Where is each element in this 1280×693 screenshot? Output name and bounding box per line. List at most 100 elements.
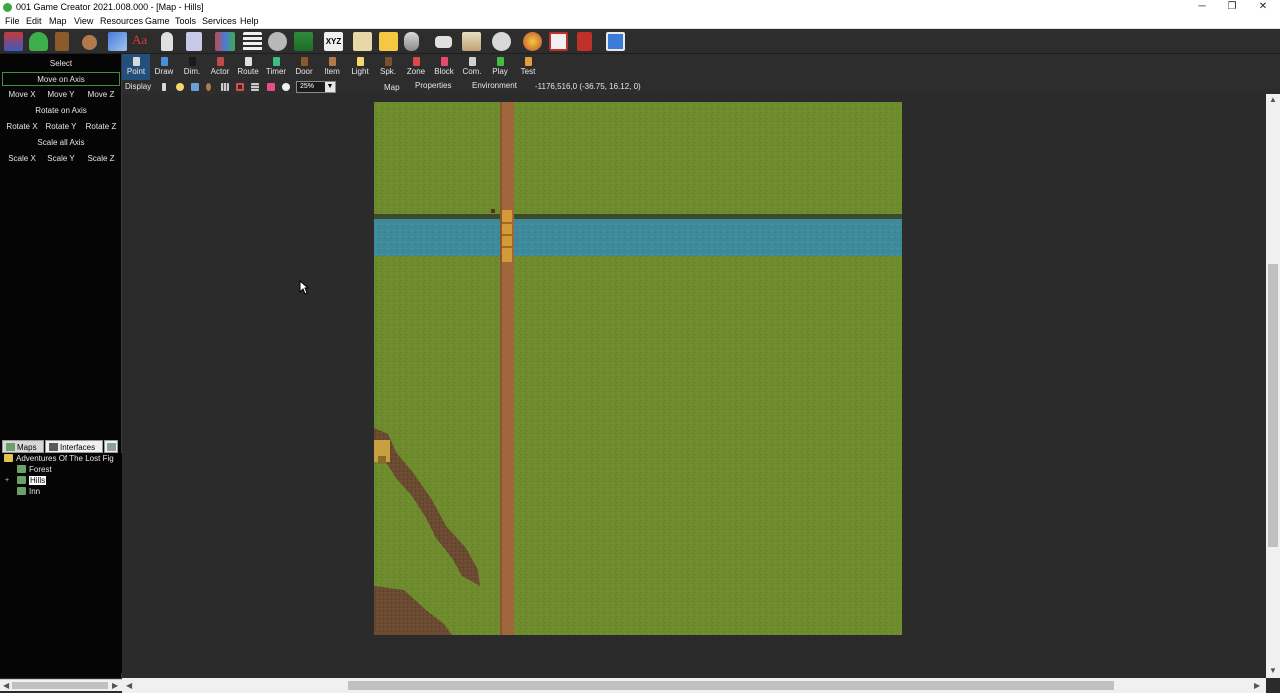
scale-x-button[interactable]: Scale X [2, 152, 42, 166]
card-icon[interactable] [462, 32, 481, 51]
scroll-thumb[interactable] [12, 682, 108, 689]
tab-maps[interactable]: Maps [2, 440, 44, 453]
rotate-on-axis-button[interactable]: Rotate on Axis [0, 104, 122, 118]
left-horizontal-scrollbar[interactable]: ◀ ▶ [0, 679, 122, 691]
music-icon[interactable] [108, 32, 127, 51]
tool-comment[interactable]: Com. [458, 54, 486, 80]
tool-dim[interactable]: Dim. [178, 54, 206, 80]
save-icon[interactable] [606, 32, 625, 51]
list-icon[interactable] [243, 32, 262, 51]
vertical-scrollbar[interactable]: ▲ ▼ [1266, 94, 1280, 678]
tool-play[interactable]: Play [486, 54, 514, 80]
tab-extra[interactable] [104, 440, 118, 453]
scale-z-button[interactable]: Scale Z [81, 152, 121, 166]
video-icon[interactable] [577, 32, 592, 51]
tool-item[interactable]: Item [318, 54, 346, 80]
move-y-button[interactable]: Move Y [41, 88, 81, 102]
tool-timer[interactable]: Timer [262, 54, 290, 80]
rotate-y-button[interactable]: Rotate Y [41, 120, 81, 134]
rotate-z-button[interactable]: Rotate Z [81, 120, 121, 134]
font-icon[interactable]: Aa [132, 32, 151, 51]
menu-edit[interactable]: Edit [26, 16, 42, 26]
map-canvas[interactable] [122, 94, 1266, 678]
item-toggle-icon[interactable] [206, 83, 211, 91]
height-toggle-icon[interactable] [162, 83, 166, 91]
block-toggle-icon[interactable] [267, 83, 275, 91]
gamepad-icon[interactable] [435, 36, 452, 48]
add-user-icon[interactable] [29, 32, 48, 51]
settings-icon[interactable] [492, 32, 511, 51]
restore-button[interactable]: ❐ [1216, 0, 1248, 15]
tree-icon[interactable] [294, 32, 313, 51]
tool-draw[interactable]: Draw [150, 54, 178, 80]
zoom-select[interactable]: 25% ▼ [296, 81, 336, 93]
menu-map[interactable]: Map [49, 16, 67, 26]
minimize-button[interactable]: ─ [1186, 0, 1218, 15]
person-icon[interactable] [161, 32, 173, 51]
chevron-down-icon[interactable]: ▼ [325, 82, 335, 92]
tool-actor[interactable]: Actor [206, 54, 234, 80]
layers-toggle-icon[interactable] [251, 83, 259, 91]
tree-item-inn[interactable]: Inn [17, 487, 40, 497]
water-toggle-icon[interactable] [191, 83, 199, 91]
menu-help[interactable]: Help [240, 16, 259, 26]
magnet-toggle-icon[interactable] [236, 83, 244, 91]
horizontal-scroll-thumb[interactable] [348, 681, 1114, 690]
menu-view[interactable]: View [74, 16, 93, 26]
menu-file[interactable]: File [5, 16, 20, 26]
tab-environment[interactable]: Environment [472, 81, 517, 90]
scroll-icon[interactable] [353, 32, 372, 51]
door-icon[interactable] [55, 32, 69, 51]
rotate-x-button[interactable]: Rotate X [2, 120, 42, 134]
xyz-icon[interactable]: XYZ [324, 32, 343, 51]
move-z-button[interactable]: Move Z [81, 88, 121, 102]
scroll-right-icon[interactable]: ▶ [1254, 681, 1260, 690]
gears-icon[interactable] [268, 32, 287, 51]
move-on-axis-button[interactable]: Move on Axis [2, 72, 120, 86]
menu-resources[interactable]: Resources [100, 16, 143, 26]
scroll-right-icon[interactable]: ▶ [112, 681, 118, 690]
scale-y-button[interactable]: Scale Y [41, 152, 81, 166]
tool-test[interactable]: Test [514, 54, 542, 80]
menu-tools[interactable]: Tools [175, 16, 196, 26]
expand-icon[interactable]: + [5, 476, 10, 486]
menu-services[interactable]: Services [202, 16, 237, 26]
tree-item-forest[interactable]: Forest [17, 465, 52, 475]
tool-light[interactable]: Light [346, 54, 374, 80]
map-view[interactable] [374, 102, 902, 635]
movie-icon[interactable] [549, 32, 568, 51]
tree-item-hills[interactable]: Hills [17, 476, 47, 486]
tree-root[interactable]: Adventures Of The Lost Fig [4, 454, 122, 464]
bag-icon[interactable] [82, 35, 97, 50]
tab-interfaces[interactable]: Interfaces [45, 440, 103, 453]
close-button[interactable]: ✕ [1247, 0, 1279, 15]
scroll-down-icon[interactable]: ▼ [1269, 666, 1277, 675]
tool-zone[interactable]: Zone [402, 54, 430, 80]
scroll-left-icon[interactable]: ◀ [3, 681, 9, 690]
database-icon[interactable] [404, 32, 419, 51]
group-icon[interactable] [215, 32, 235, 51]
grid-toggle-icon[interactable] [221, 83, 229, 91]
select-button[interactable]: Select [0, 57, 122, 71]
tool-door[interactable]: Door [290, 54, 318, 80]
tab-map[interactable]: Map [384, 83, 400, 92]
tab-properties[interactable]: Properties [415, 81, 451, 90]
vertical-scroll-thumb[interactable] [1268, 264, 1278, 547]
scroll-left-icon[interactable]: ◀ [126, 681, 132, 690]
menu-game[interactable]: Game [145, 16, 170, 26]
light-toggle-icon[interactable] [176, 83, 184, 91]
move-x-button[interactable]: Move X [2, 88, 42, 102]
document-icon[interactable] [186, 32, 202, 51]
tool-block[interactable]: Block [430, 54, 458, 80]
note-icon[interactable] [379, 32, 398, 51]
ball-icon[interactable] [523, 32, 542, 51]
tool-speaker[interactable]: Spk. [374, 54, 402, 80]
horizontal-scrollbar[interactable]: ◀ ▶ [122, 678, 1266, 693]
tool-point[interactable]: Point [122, 54, 150, 80]
info-toggle-icon[interactable] [282, 83, 290, 91]
scroll-up-icon[interactable]: ▲ [1269, 95, 1277, 104]
tool-route[interactable]: Route [234, 54, 262, 80]
character-icon[interactable] [4, 32, 23, 51]
tree-item-label: Hills [29, 476, 47, 485]
scale-all-axis-button[interactable]: Scale all Axis [0, 136, 122, 150]
